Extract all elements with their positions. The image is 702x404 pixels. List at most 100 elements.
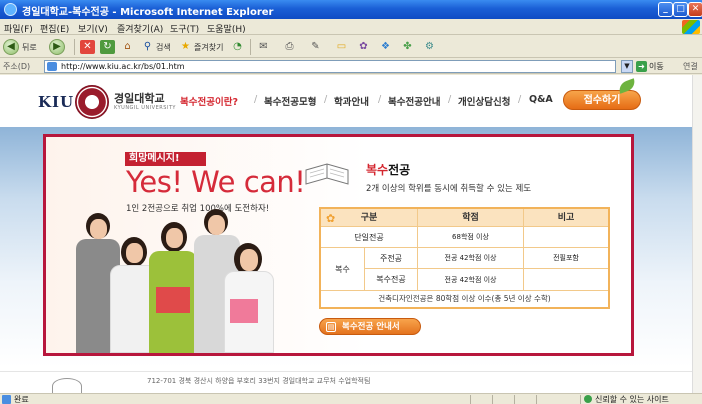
- research-icon[interactable]: ❖: [378, 40, 393, 54]
- status-bar: 완료 신뢰할 수 있는 사이트: [0, 393, 702, 404]
- menu-favorites[interactable]: 즐겨찾기(A): [117, 22, 163, 35]
- university-name[interactable]: 경일대학교: [114, 90, 165, 106]
- toolbar-divider: [250, 39, 251, 55]
- nav-separator: /: [378, 94, 382, 105]
- status-divider: [514, 395, 515, 404]
- back-label[interactable]: 뒤로: [22, 42, 37, 53]
- go-arrow-icon: ➜: [636, 61, 647, 72]
- page-title: 복수전공: [366, 161, 410, 178]
- nav-counseling-request[interactable]: 개인상담신청: [458, 94, 510, 108]
- page-description: 2개 이상의 학위를 동시에 취득할 수 있는 제도: [366, 184, 532, 194]
- messenger-icon[interactable]: ✿: [356, 40, 371, 54]
- address-dropdown-icon[interactable]: ▼: [621, 60, 633, 73]
- windows-logo-icon: [682, 20, 700, 34]
- nav-double-major-model[interactable]: 복수전공모형: [264, 94, 316, 108]
- apply-button[interactable]: 접수하기: [563, 90, 641, 110]
- security-zone[interactable]: 신뢰할 수 있는 사이트: [584, 394, 669, 404]
- stop-icon[interactable]: ✕: [80, 40, 95, 54]
- minimize-button[interactable]: _: [658, 2, 673, 17]
- nav-what-is-double-major[interactable]: 복수전공이란?: [180, 94, 238, 108]
- search-icon[interactable]: ⚲: [140, 40, 155, 54]
- address-input[interactable]: http://www.kiu.ac.kr/bs/01.htm: [44, 60, 616, 73]
- address-label: 주소(D): [3, 62, 31, 71]
- status-divider: [470, 395, 471, 404]
- open-book-icon: [305, 163, 349, 185]
- table-cell-single-credit: 68학점 이상: [418, 227, 524, 248]
- address-url[interactable]: http://www.kiu.ac.kr/bs/01.htm: [61, 62, 185, 71]
- header-category-label: 구분: [360, 213, 378, 223]
- document-icon: ▤: [326, 322, 336, 332]
- zone-label: 신뢰할 수 있는 사이트: [595, 395, 669, 404]
- vertical-scrollbar[interactable]: [692, 75, 702, 393]
- site-footer: 712-701 경북 경산시 하양읍 부호리 33번지 경일대학교 교무처 수업…: [0, 371, 692, 393]
- menu-view[interactable]: 보기(V): [78, 22, 108, 35]
- links-label[interactable]: 연결: [683, 61, 698, 72]
- page-title-rest: 전공: [388, 163, 411, 177]
- tool-icon[interactable]: ✤: [400, 40, 415, 54]
- close-button[interactable]: ✕: [688, 2, 702, 17]
- nav-separator: /: [324, 94, 328, 105]
- students-photo: [46, 207, 296, 353]
- go-label: 이동: [649, 62, 664, 71]
- favorites-label[interactable]: 즐겨찾기: [194, 42, 223, 53]
- go-button[interactable]: ➜ 이동: [636, 60, 664, 73]
- table-cell-single-note: [524, 227, 608, 248]
- table-cell-main-credit: 전공 42학점 이상: [418, 248, 524, 269]
- university-english-name: KYUNGIL UNIVERSITY: [114, 105, 176, 111]
- main-panel: 희망메시지! Yes! We can! 1인 2전공으로 취업 100%에 도전…: [43, 134, 634, 356]
- toolbar: ◀ 뒤로 ▶ ✕ ↻ ⌂ ⚲ 검색 ★ 즐겨찾기 ◔ ✉ ⎙ ✎ ▭ ✿ ❖ ✤…: [0, 36, 702, 58]
- home-icon[interactable]: ⌂: [120, 40, 135, 54]
- credit-table: ✿ 구분 학점 비고 단일전공 68학점 이상 복수 주전공 전공 42학점 이…: [319, 207, 610, 309]
- footer-address: 712-701 경북 경산시 하양읍 부호리 33번지 경일대학교 교무처 수업…: [147, 377, 371, 385]
- maximize-button[interactable]: □: [673, 2, 688, 17]
- table-cell-second-major: 복수전공: [365, 269, 418, 291]
- table-header-credits: 학점: [418, 209, 524, 227]
- menu-bar: 파일(F) 편집(E) 보기(V) 즐겨찾기(A) 도구(T) 도움말(H): [0, 19, 702, 35]
- university-emblem-icon[interactable]: [75, 85, 109, 119]
- folder-icon[interactable]: ▭: [334, 40, 349, 54]
- toolbar-divider: [74, 39, 75, 55]
- guide-button-label: 복수전공 안내서: [342, 322, 400, 332]
- table-cell-single-major: 단일전공: [321, 227, 418, 248]
- page-title-red: 복수: [366, 163, 389, 177]
- history-icon[interactable]: ◔: [230, 40, 245, 54]
- edit-icon[interactable]: ✎: [308, 40, 323, 54]
- menu-edit[interactable]: 편집(E): [40, 22, 69, 35]
- browser-viewport: KIU 경일대학교 KYUNGIL UNIVERSITY 복수전공이란? / 복…: [0, 75, 702, 393]
- menu-help[interactable]: 도움말(H): [207, 22, 246, 35]
- menu-tools[interactable]: 도구(T): [170, 22, 199, 35]
- nav-double-major-guide[interactable]: 복수전공안내: [388, 94, 440, 108]
- ie-icon: [4, 3, 17, 16]
- guide-download-button[interactable]: ▤ 복수전공 안내서: [319, 318, 421, 335]
- nav-separator: /: [518, 94, 522, 105]
- kiu-logo-text[interactable]: KIU: [38, 93, 74, 111]
- nav-qna[interactable]: Q&A: [529, 94, 553, 105]
- back-arrow-icon[interactable]: ◀: [3, 39, 19, 55]
- forward-arrow-icon[interactable]: ▶: [49, 39, 65, 55]
- hero-headline: Yes! We can!: [126, 165, 306, 199]
- extra-tool-icon[interactable]: ⚙: [422, 40, 437, 54]
- table-cell-second-note: [524, 269, 608, 291]
- page-icon: [47, 62, 57, 71]
- mail-icon[interactable]: ✉: [256, 40, 271, 54]
- address-bar: 주소(D) http://www.kiu.ac.kr/bs/01.htm ▼ ➜…: [0, 59, 702, 74]
- table-footnote: 건축디자인전공은 80학점 이상 이수(총 5년 이상 수학): [378, 294, 551, 303]
- nav-separator: /: [448, 94, 452, 105]
- nav-separator: /: [254, 94, 258, 105]
- window-title: 경일대학교-복수전공 - Microsoft Internet Explorer: [22, 7, 274, 18]
- refresh-icon[interactable]: ↻: [100, 40, 115, 54]
- search-label[interactable]: 검색: [156, 42, 171, 53]
- nav-department-info[interactable]: 학과안내: [334, 94, 369, 108]
- table-header-category: ✿ 구분: [321, 209, 418, 227]
- favorites-star-icon[interactable]: ★: [178, 40, 193, 54]
- menu-file[interactable]: 파일(F): [4, 22, 33, 35]
- print-icon[interactable]: ⎙: [282, 40, 297, 54]
- status-divider: [492, 395, 493, 404]
- status-divider: [536, 395, 537, 404]
- trusted-zone-icon: [584, 395, 592, 403]
- footer-emblem-icon: [52, 378, 82, 393]
- page-done-icon: [2, 395, 11, 404]
- flower-icon: ✿: [326, 212, 336, 225]
- table-cell-double-major: 복수: [321, 248, 365, 291]
- status-text: 완료: [14, 395, 29, 404]
